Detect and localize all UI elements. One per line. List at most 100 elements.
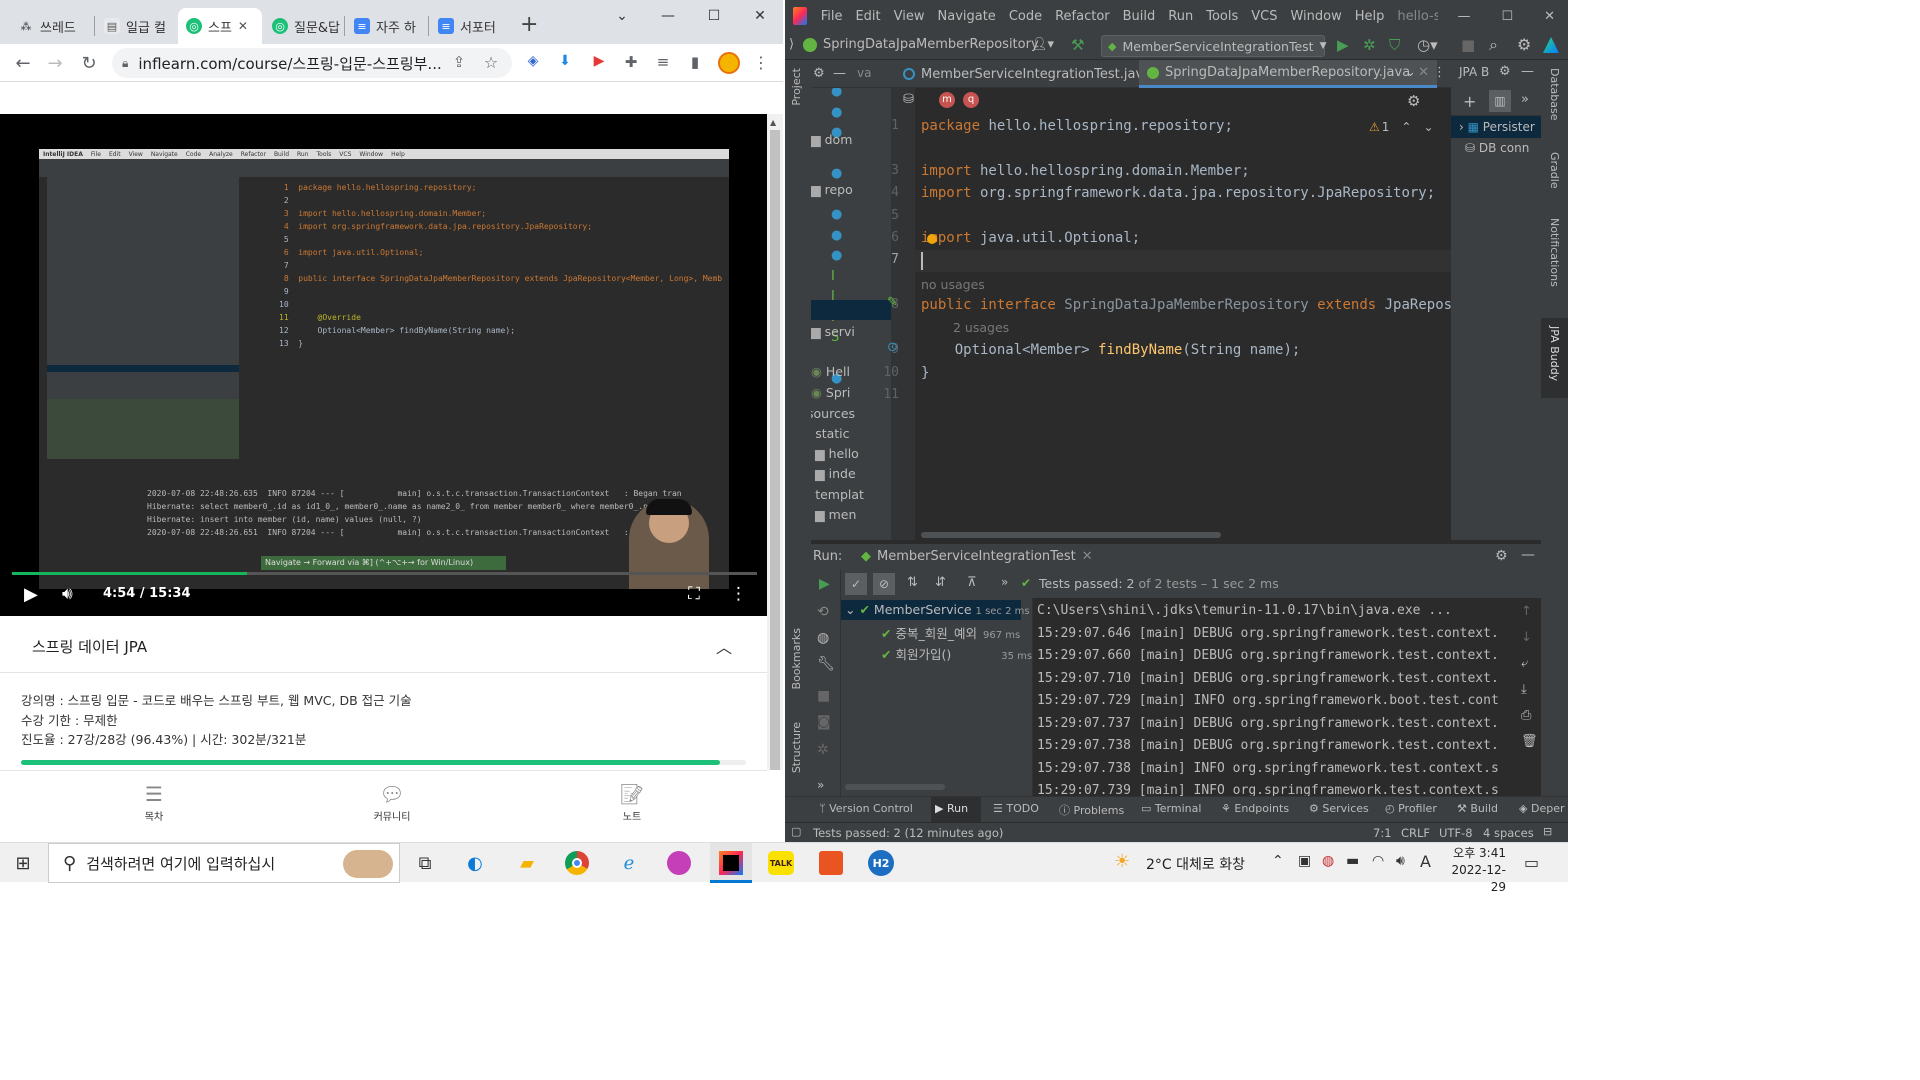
tree-item[interactable]: ▆ hello [815, 446, 859, 461]
search-highlight-icon[interactable] [343, 850, 393, 878]
project-settings-icon[interactable]: ⚙ [813, 66, 825, 81]
file-explorer-icon[interactable]: ▰ [512, 849, 542, 877]
soft-wrap-icon[interactable]: ⤶ [1521, 656, 1528, 671]
volume-icon[interactable]: 🔊︎ [1396, 853, 1405, 869]
video-progress-bar[interactable] [12, 572, 757, 575]
lock-icon[interactable]: ⊟ [1543, 825, 1552, 838]
menu-build[interactable]: Build [1123, 9, 1156, 24]
menu-edit[interactable]: Edit [855, 9, 880, 24]
tab-springdata-repo[interactable]: SpringDataJpaMemberRepository.java ✕ [1139, 60, 1438, 88]
tree-item[interactable]: | static [811, 426, 850, 441]
database-icon[interactable]: ⛁ [903, 92, 914, 107]
scroll-end-icon[interactable]: ⤓ [1521, 682, 1527, 697]
more-icon[interactable]: ⋮ [730, 584, 747, 604]
camera-icon[interactable]: ◙ [817, 714, 831, 730]
trash-icon[interactable]: 🗑︎ [1521, 734, 1538, 749]
weather-icon[interactable]: ☀ [1114, 851, 1130, 872]
build-hammer-icon[interactable]: ⚒ [1071, 36, 1084, 54]
minimize-panel-icon[interactable]: — [1521, 547, 1535, 563]
menu-help[interactable]: Help [1355, 9, 1385, 24]
menu-vcs[interactable]: VCS [1251, 9, 1277, 24]
usages-hint[interactable]: no usages [921, 277, 985, 292]
run-tab[interactable]: ◆ MemberServiceIntegrationTest ✕ [861, 549, 1093, 564]
tab-search-icon[interactable]: ⌄ [599, 0, 645, 32]
battery-icon[interactable]: ▬ [1346, 853, 1359, 869]
edge-icon[interactable]: ◐ [460, 849, 490, 877]
chevron-right-icon[interactable]: » [1521, 92, 1529, 107]
tree-item[interactable]: ▆ servi [811, 324, 855, 339]
taskbar-search[interactable]: ⚲ 검색하려면 여기에 입력하십시 [48, 843, 400, 883]
test-case-item[interactable]: ✔ 중복_회원_예외 967 ms [881, 623, 1020, 642]
tab-member-service-test[interactable]: MemberServiceIntegrationTest.java ✕ [895, 60, 1178, 88]
ime-indicator[interactable]: A [1420, 852, 1431, 871]
tree-item[interactable]: ▆ repo [811, 182, 853, 197]
override-gutter-icon[interactable]: ⊙ [887, 340, 898, 355]
profile-icon[interactable]: ◷▾ [1417, 36, 1438, 54]
audio-app-icon[interactable] [664, 849, 694, 877]
add-icon[interactable]: + [1463, 92, 1476, 111]
db-icon[interactable]: m [939, 92, 955, 108]
tree-item[interactable]: › ▦ Persister [1459, 120, 1535, 134]
tool-bookmarks[interactable]: Bookmarks [790, 628, 803, 689]
jetbrains-ai-icon[interactable] [1543, 37, 1559, 53]
browser-tab[interactable]: ≡ 자주 하 [346, 8, 426, 44]
menu-tools[interactable]: Tools [1206, 9, 1238, 24]
tool-database[interactable]: Database [1548, 68, 1561, 121]
close-icon[interactable]: ✕ [238, 19, 248, 33]
file-encoding[interactable]: UTF-8 [1439, 826, 1473, 840]
chrome-icon[interactable] [562, 849, 592, 877]
chevron-up-icon[interactable]: ︿ [716, 634, 732, 658]
tree-item[interactable]: ⛁ DB conn [1465, 141, 1529, 155]
show-ignored-icon[interactable]: ⊘ [873, 573, 895, 595]
browser-tab-active[interactable]: ◎ 스프 ✕ [178, 8, 262, 44]
tree-item[interactable]: ▆ inde [815, 466, 856, 481]
extension-icon[interactable]: ▶ [588, 53, 610, 69]
scroll-thumb[interactable] [770, 130, 780, 770]
menu-refactor[interactable]: Refactor [1055, 9, 1110, 24]
code-editor[interactable]: 1 3 4 5 6 7 8 9 10 11 ✎ ⊙ m q ⛁ ⚠ 1 ⌃ ⌄ ⚙… [883, 88, 1469, 540]
arrow-up-icon[interactable]: ↑ [1521, 604, 1532, 619]
tool-services[interactable]: ⚙ Services [1309, 802, 1369, 815]
more-icon[interactable]: ⋮ [1433, 65, 1446, 80]
test-case-item[interactable]: ✔ 회원가입() 35 ms [881, 644, 1032, 663]
internet-explorer-icon[interactable]: ℯ [614, 849, 644, 877]
ubuntu-icon[interactable] [816, 849, 846, 877]
sort-alpha-icon[interactable]: ⇅ [907, 575, 918, 590]
media-icon[interactable]: ≡ [652, 53, 674, 71]
tool-build[interactable]: ⚒ Build [1457, 802, 1498, 815]
indent-setting[interactable]: 4 spaces [1483, 826, 1534, 840]
test-suite-item[interactable]: ⌄ ✔ MemberService 1 sec 2 ms [845, 602, 1030, 617]
minimize-icon[interactable]: — [645, 0, 691, 32]
tree-item[interactable]: ▆ dom [811, 132, 852, 147]
tool-version-control[interactable]: ᛘ Version Control [819, 802, 913, 815]
settings-gear-icon[interactable]: ⚙ [1517, 35, 1531, 54]
extension-icon[interactable]: ◈ [522, 53, 544, 69]
page-scrollbar[interactable]: ▲ [767, 114, 783, 770]
stop-icon[interactable]: ■ [1461, 36, 1475, 54]
caret-position[interactable]: 7:1 [1373, 826, 1392, 840]
minimize-panel-icon[interactable]: — [833, 66, 846, 81]
task-view-icon[interactable]: ⧉ [410, 849, 440, 877]
avatar[interactable] [718, 52, 740, 74]
close-icon[interactable]: ✕ [737, 0, 783, 32]
reload-icon[interactable]: ↻ [78, 53, 100, 74]
tool-notifications[interactable]: Notifications [1548, 218, 1561, 287]
volume-icon[interactable]: 🔊︎ [62, 584, 73, 604]
status-message[interactable]: Tests passed: 2 (12 minutes ago) [813, 826, 1003, 840]
tool-profiler[interactable]: ◴ Profiler [1385, 802, 1437, 815]
close-icon[interactable]: ✕ [1082, 549, 1093, 564]
stop-icon[interactable]: ■ [817, 688, 830, 704]
usages-hint[interactable]: 2 usages [953, 320, 1009, 335]
browser-tab[interactable]: ⁂ 쓰레드 [10, 8, 92, 44]
tree-item[interactable]: ◉ Spri [811, 385, 850, 400]
tool-terminal[interactable]: ▭ Terminal [1141, 802, 1201, 815]
fullscreen-icon[interactable]: ⛶ [688, 584, 700, 604]
kakaotalk-icon[interactable]: TALK [766, 849, 796, 877]
rerun-failed-icon[interactable]: ⟲ [817, 604, 829, 620]
minimize-panel-icon[interactable]: — [1521, 64, 1534, 79]
tool-endpoints[interactable]: ⚘ Endpoints [1221, 802, 1289, 815]
browser-tab[interactable]: ≡ 서포터 [430, 8, 510, 44]
editor-h-scrollbar[interactable] [921, 532, 1221, 538]
maximize-icon[interactable]: ☐ [1501, 9, 1513, 24]
tool-todo[interactable]: ☰ TODO [993, 802, 1039, 815]
